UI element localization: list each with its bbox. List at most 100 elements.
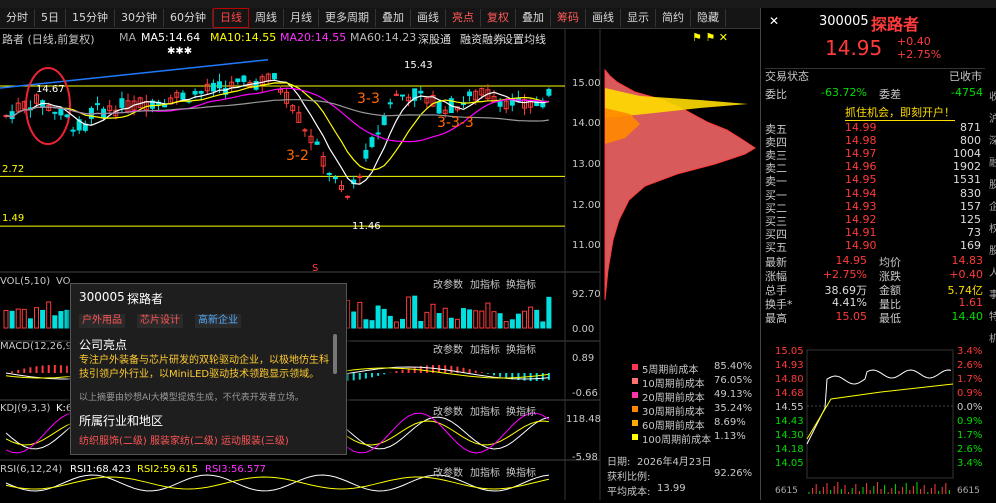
rsi-add-indicator[interactable]: 加指标 [470, 464, 500, 479]
tag-chip[interactable]: 芯片设计 [137, 314, 183, 328]
edge-tab[interactable]: 收 [989, 88, 996, 103]
ask-row[interactable]: 卖一 14.95 1531 [761, 173, 987, 188]
rsi-edit-params[interactable]: 改参数 [433, 464, 463, 479]
ask-volume: 871 [960, 121, 981, 134]
toolbar-item[interactable]: 亮点 [446, 9, 481, 27]
toolbar-item[interactable]: 更多周期 [319, 9, 376, 27]
event-stars[interactable]: ✱✱✱ [167, 46, 192, 57]
edge-tab[interactable]: 深 [989, 132, 996, 147]
bid-price: 14.90 [845, 239, 877, 252]
toolbar-item[interactable]: 简约 [656, 9, 691, 27]
tag-outdoor[interactable]: 户外用品 [79, 314, 125, 328]
candle-body [332, 176, 338, 180]
volume-bar [522, 310, 527, 329]
popup-ai-note: 以上摘要由妙想AI大模型提炼生成，不代表开发者立场。 [79, 393, 304, 403]
link-ma-settings[interactable]: 设置均线 [502, 31, 546, 47]
candle-body [198, 90, 204, 94]
quote-close-icon[interactable]: ✕ [769, 14, 779, 28]
link-shengutong[interactable]: 深股通 [418, 31, 451, 47]
cost-legend-row: 20周期前成本 49.13% [630, 389, 752, 404]
toolbar-item[interactable]: 月线 [284, 9, 319, 27]
cost-swatch [632, 420, 638, 426]
volume-bar [418, 320, 424, 329]
toolbar-item[interactable]: 叠加 [376, 9, 411, 27]
edge-tab[interactable]: 人 [989, 264, 996, 279]
candle-body [95, 103, 100, 106]
toolbar-item[interactable]: 分时 [0, 9, 35, 27]
mini-pct-tick: 0.9% [957, 416, 983, 427]
toolbar-item[interactable]: 5日 [35, 9, 66, 27]
ask-row[interactable]: 卖四 14.98 800 [761, 134, 987, 149]
bid-row[interactable]: 买五 14.90 169 [761, 239, 987, 254]
ask-row[interactable]: 卖三 14.97 1004 [761, 147, 987, 162]
bid-row[interactable]: 买三 14.92 125 [761, 213, 987, 228]
kdj-swap-indicator[interactable]: 换指标 [506, 403, 536, 418]
trade-status-label: 交易状态 [765, 70, 809, 83]
edge-tab[interactable]: 股 [989, 176, 996, 191]
bid-row[interactable]: 买一 14.94 830 [761, 187, 987, 202]
toolbar-item[interactable]: 60分钟 [164, 9, 213, 27]
ask-price: 14.99 [845, 121, 877, 134]
rsi-swap-indicator[interactable]: 换指标 [506, 464, 536, 479]
ask-row[interactable]: 卖五 14.99 871 [761, 121, 987, 136]
toolbar-item[interactable]: 筹码 [551, 9, 586, 27]
toolbar-item[interactable]: 复权 [481, 9, 516, 27]
cost-swatch [632, 392, 638, 398]
toolbar-item[interactable]: 日线 [213, 8, 249, 28]
bid-row[interactable]: 买二 14.93 157 [761, 200, 987, 215]
toolbar-item[interactable]: 隐藏 [691, 9, 726, 27]
macd-edit-params[interactable]: 改参数 [433, 341, 463, 356]
volume-bar [15, 308, 21, 329]
stat-value: 1.61 [958, 296, 984, 309]
edge-tab[interactable]: 权 [989, 220, 996, 235]
price-tick: 11.00 [572, 240, 601, 251]
macd-swap-indicator[interactable]: 换指标 [506, 341, 536, 356]
toolbar-item[interactable]: 周线 [249, 9, 284, 27]
volume-bar [467, 309, 473, 329]
volume-bar [448, 317, 454, 329]
link-margin[interactable]: 融资融券 [460, 31, 504, 47]
vol-add-indicator[interactable]: 加指标 [470, 276, 500, 291]
volume-bar [485, 302, 491, 329]
toolbar-item[interactable]: 叠加 [516, 9, 551, 27]
bid-level: 买五 [765, 241, 787, 254]
edge-tab[interactable]: 股 [989, 242, 996, 257]
quote-panel: ✕ 300005 探路者 14.95 +0.40 +2.75% 交易状态 已收市… [760, 8, 996, 500]
toolbar-item[interactable]: 显示 [621, 9, 656, 27]
bid-row[interactable]: 买四 14.91 73 [761, 226, 987, 241]
wave-annotation: 3-3-3 [437, 115, 474, 131]
volume-bar [454, 318, 460, 329]
candle-body [381, 116, 387, 125]
toolbar-item[interactable]: 画线 [586, 9, 621, 27]
flag-icon[interactable]: ⚑ ⚑ ✕ [692, 31, 728, 44]
edge-tab[interactable]: 企 [989, 198, 996, 213]
ask-price: 14.95 [845, 173, 877, 186]
popup-industry-tags[interactable]: 纺织服饰(二级) 服装家纺(二级) 运动服装(三级) [79, 432, 334, 447]
weicha-label: 委差 [879, 88, 901, 101]
toolbar-item[interactable]: 画线 [411, 9, 446, 27]
toolbar-item[interactable]: 30分钟 [115, 9, 164, 27]
cost-pct: 1.13% [714, 431, 746, 442]
tag-hightech[interactable]: 高新企业 [195, 314, 241, 328]
quote-price: 14.95 [825, 36, 883, 60]
edge-tab[interactable]: 沪 [989, 110, 996, 125]
popup-scrollbar[interactable] [333, 334, 337, 374]
cost-pct: 8.69% [714, 417, 746, 428]
cost-label: 100周期前成本 [642, 435, 712, 446]
edge-tab[interactable]: 机 [989, 330, 996, 345]
edge-tab[interactable]: 特 [989, 308, 996, 323]
vol-swap-indicator[interactable]: 换指标 [506, 276, 536, 291]
kdj-edit-params[interactable]: 改参数 [433, 403, 463, 418]
volume-bar [503, 321, 509, 329]
ask-row[interactable]: 卖二 14.96 1902 [761, 160, 987, 175]
mini-pct-tick: 0.0% [957, 402, 983, 413]
popup-industry-heading: 所属行业和地区 [79, 414, 164, 428]
vol-edit-params[interactable]: 改参数 [433, 276, 463, 291]
kdj-add-indicator[interactable]: 加指标 [470, 403, 500, 418]
toolbar-item[interactable]: 15分钟 [66, 9, 115, 27]
edge-tab[interactable]: 事 [989, 286, 996, 301]
stat-row: 涨幅 +2.75% 涨跌 +0.40 [761, 268, 987, 283]
macd-add-indicator[interactable]: 加指标 [470, 341, 500, 356]
edge-tab[interactable]: 融 [989, 154, 996, 169]
open-account-banner[interactable]: 抓住机会，即刻开户！ [845, 104, 955, 121]
